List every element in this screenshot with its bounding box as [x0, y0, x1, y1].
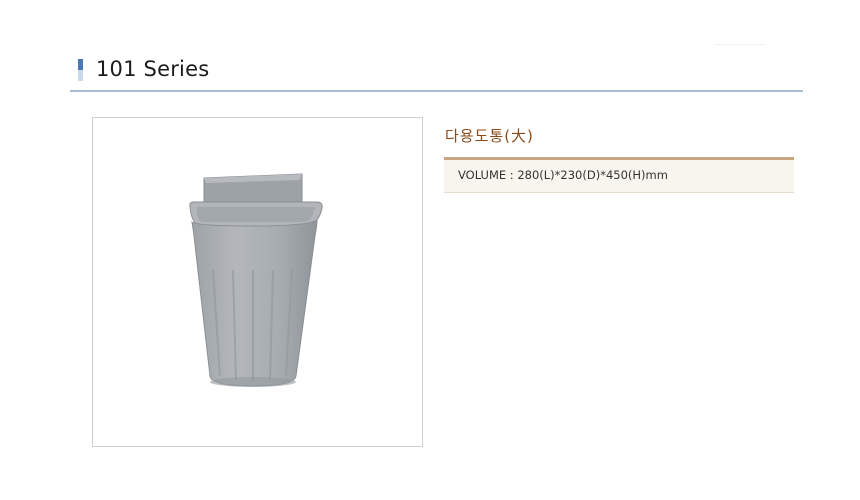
product-name: 다용도통(大): [445, 127, 534, 145]
product-image: [189, 173, 323, 387]
page-header: 101 Series: [70, 52, 803, 92]
spec-text: VOLUME : 280(L)*230(D)*450(H)mm: [458, 168, 668, 182]
decorative-line: [715, 44, 765, 45]
title-accent-bar: [78, 59, 83, 81]
product-image-frame: [92, 117, 423, 447]
spec-box: VOLUME : 280(L)*230(D)*450(H)mm: [444, 157, 794, 193]
page-title: 101 Series: [96, 57, 210, 81]
